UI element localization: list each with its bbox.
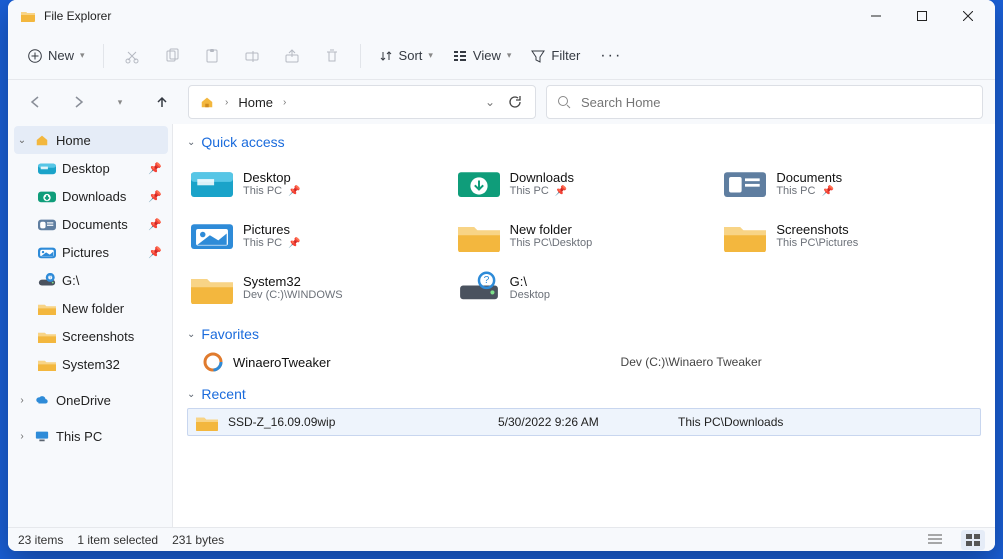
- paste-button[interactable]: [194, 38, 230, 74]
- tree-item-desktop[interactable]: Desktop📌: [28, 154, 168, 182]
- pin-icon: 📌: [148, 190, 162, 203]
- pictures-icon: [191, 214, 233, 256]
- folder-icon: [38, 329, 56, 344]
- recent-locations-button[interactable]: ▾: [104, 86, 136, 118]
- folder-icon: [38, 357, 56, 372]
- search-icon: [557, 95, 571, 109]
- chevron-down-icon: ▾: [80, 50, 85, 61]
- minimize-button[interactable]: [853, 0, 899, 32]
- pin-icon: 📌: [288, 238, 300, 249]
- chevron-down-icon: ⌄: [187, 329, 195, 340]
- sort-button[interactable]: Sort▾: [371, 38, 441, 74]
- up-button[interactable]: [146, 86, 178, 118]
- quick-access-pictures[interactable]: PicturesThis PC📌: [187, 210, 448, 260]
- tree-item-downloads[interactable]: Downloads📌: [28, 182, 168, 210]
- favorites-header[interactable]: ⌄ Favorites: [173, 322, 995, 346]
- file-explorer-window: File Explorer New ▾ Sort▾ View▾ Filter: [8, 0, 995, 551]
- window-title: File Explorer: [44, 9, 111, 23]
- quick-access-documents[interactable]: DocumentsThis PC📌: [720, 158, 981, 208]
- address-dropdown-button[interactable]: ⌄: [483, 95, 497, 109]
- quick-access-downloads[interactable]: DownloadsThis PC📌: [454, 158, 715, 208]
- new-button[interactable]: New ▾: [20, 38, 93, 74]
- content-pane[interactable]: ⌄ Quick access DesktopThis PC📌DownloadsT…: [173, 124, 995, 527]
- search-box[interactable]: [546, 85, 983, 119]
- folder-icon: [458, 214, 500, 256]
- quick-access-screenshots[interactable]: ScreenshotsThis PC\Pictures: [720, 210, 981, 260]
- quick-access-desktop[interactable]: DesktopThis PC📌: [187, 158, 448, 208]
- tree-item-screenshots[interactable]: Screenshots: [28, 322, 168, 350]
- quick-access-system32[interactable]: System32Dev (C:)\WINDOWS: [187, 262, 448, 312]
- pin-icon: 📌: [288, 186, 300, 197]
- pin-icon: 📌: [148, 246, 162, 259]
- app-icon: [20, 8, 36, 24]
- home-crumb[interactable]: [195, 95, 219, 109]
- tree-item-pictures[interactable]: Pictures📌: [28, 238, 168, 266]
- item-count: 23 items: [18, 533, 63, 547]
- collapse-icon[interactable]: ⌄: [16, 135, 28, 146]
- nav-tree[interactable]: ⌄ Home Desktop📌Downloads📌Documents📌Pictu…: [8, 124, 173, 527]
- view-button[interactable]: View▾: [445, 38, 519, 74]
- desktop-icon: [38, 161, 56, 176]
- tree-onedrive[interactable]: › OneDrive: [14, 386, 168, 414]
- back-button[interactable]: [20, 86, 52, 118]
- tree-home[interactable]: ⌄ Home: [14, 126, 168, 154]
- svg-text:?: ?: [483, 275, 489, 286]
- expand-icon[interactable]: ›: [16, 431, 28, 442]
- desktop-icon: [191, 162, 233, 204]
- documents-icon: [724, 162, 766, 204]
- share-button[interactable]: [274, 38, 310, 74]
- pin-icon: 📌: [148, 218, 162, 231]
- app-icon: [203, 352, 223, 372]
- downloads-icon: [38, 189, 56, 204]
- nav-row: ▾ › Home › ⌄: [8, 80, 995, 124]
- drive-icon: ?: [38, 273, 56, 288]
- recent-item[interactable]: SSD-Z_16.09.09wip5/30/2022 9:26 AMThis P…: [187, 408, 981, 436]
- maximize-button[interactable]: [899, 0, 945, 32]
- tree-item-system32[interactable]: System32: [28, 350, 168, 378]
- documents-icon: [38, 217, 56, 232]
- downloads-icon: [458, 162, 500, 204]
- close-button[interactable]: [945, 0, 991, 32]
- chevron-down-icon: ⌄: [187, 137, 195, 148]
- rename-button[interactable]: [234, 38, 270, 74]
- titlebar[interactable]: File Explorer: [8, 0, 995, 32]
- selection-count: 1 item selected: [77, 533, 158, 547]
- cut-button[interactable]: [114, 38, 150, 74]
- large-icons-view-button[interactable]: [961, 530, 985, 550]
- expand-icon[interactable]: ›: [16, 395, 28, 406]
- quick-access-header[interactable]: ⌄ Quick access: [173, 130, 995, 154]
- quick-access-new-folder[interactable]: New folderThis PC\Desktop: [454, 210, 715, 260]
- search-input[interactable]: [581, 95, 972, 110]
- forward-button[interactable]: [62, 86, 94, 118]
- favorite-item[interactable]: WinaeroTweakerDev (C:)\Winaero Tweaker: [173, 346, 995, 382]
- filter-button[interactable]: Filter: [523, 38, 588, 74]
- quick-access-g-[interactable]: ?G:\Desktop: [454, 262, 715, 312]
- overflow-button[interactable]: ···: [592, 38, 630, 74]
- pin-icon: 📌: [555, 186, 567, 197]
- pin-icon: 📌: [148, 162, 162, 175]
- chevron-down-icon: ⌄: [187, 389, 195, 400]
- pictures-icon: [38, 245, 56, 260]
- address-bar[interactable]: › Home › ⌄: [188, 85, 536, 119]
- tree-thispc[interactable]: › This PC: [14, 422, 168, 450]
- tree-item-documents[interactable]: Documents📌: [28, 210, 168, 238]
- tree-item-g-[interactable]: ?G:\: [28, 266, 168, 294]
- selection-size: 231 bytes: [172, 533, 224, 547]
- copy-button[interactable]: [154, 38, 190, 74]
- recent-header[interactable]: ⌄ Recent: [173, 382, 995, 406]
- pin-icon: 📌: [821, 186, 833, 197]
- folder-icon: [724, 214, 766, 256]
- zip-icon: [196, 413, 218, 431]
- status-bar: 23 items 1 item selected 231 bytes: [8, 527, 995, 551]
- folder-icon: [191, 266, 233, 308]
- refresh-button[interactable]: [501, 88, 529, 116]
- delete-button[interactable]: [314, 38, 350, 74]
- drive-icon: ?: [458, 266, 500, 308]
- command-bar: New ▾ Sort▾ View▾ Filter ···: [8, 32, 995, 80]
- folder-icon: [38, 301, 56, 316]
- tree-item-new-folder[interactable]: New folder: [28, 294, 168, 322]
- details-view-button[interactable]: [923, 530, 947, 550]
